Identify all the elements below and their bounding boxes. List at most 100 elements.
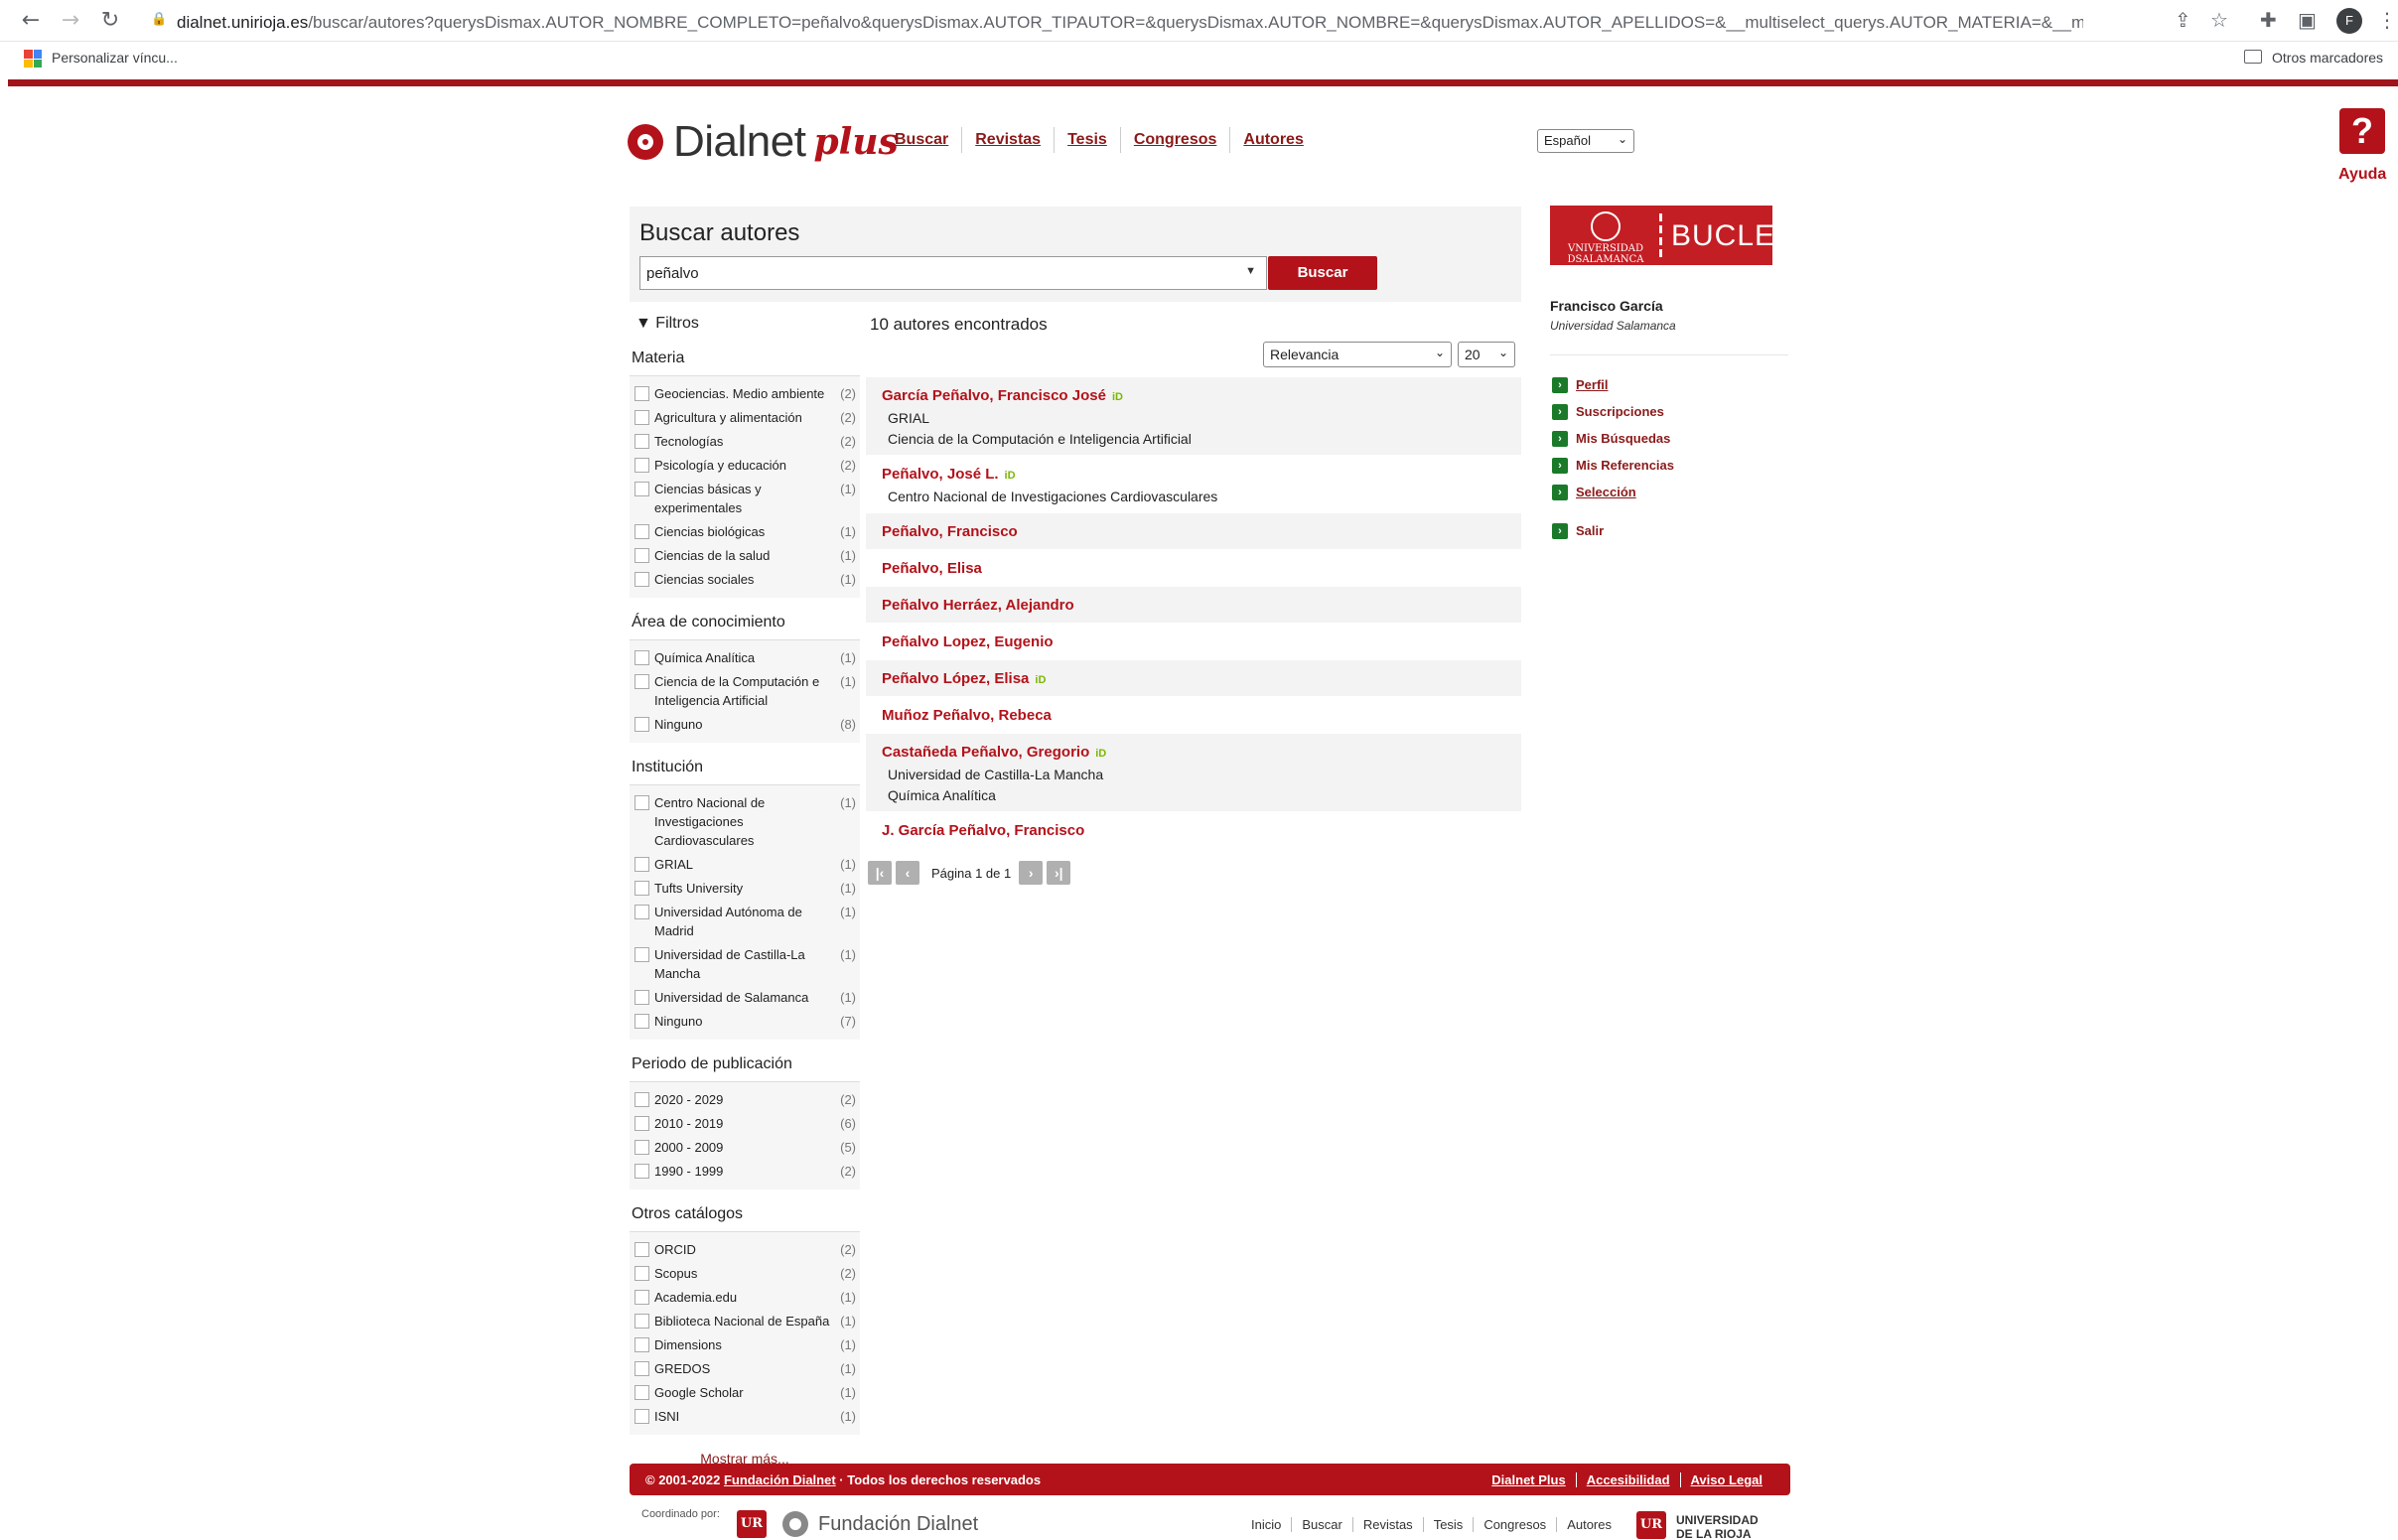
filter-option[interactable]: Tecnologías (2) (630, 430, 860, 454)
filter-option[interactable]: ISNI (1) (630, 1405, 860, 1429)
footer-nav-tesis[interactable]: Tesis (1422, 1517, 1474, 1532)
author-link[interactable]: Muñoz Peñalvo, Rebeca (882, 707, 1052, 724)
filter-option[interactable]: Ciencias sociales (1) (630, 568, 860, 592)
filter-checkbox[interactable] (635, 1140, 649, 1155)
filter-checkbox[interactable] (635, 857, 649, 872)
nav-revistas[interactable]: Revistas (961, 127, 1054, 153)
filter-checkbox[interactable] (635, 434, 649, 449)
author-link[interactable]: J. García Peñalvo, Francisco (882, 822, 1084, 839)
footer-nav-buscar[interactable]: Buscar (1291, 1517, 1351, 1532)
share-icon[interactable]: ⇪ (2175, 8, 2191, 32)
fundacion-dialnet-logo[interactable]: Fundación Dialnet (782, 1511, 978, 1537)
filter-checkbox[interactable] (635, 410, 649, 425)
filter-checkbox[interactable] (635, 1266, 649, 1281)
filter-checkbox[interactable] (635, 548, 649, 563)
unirioja-logo-icon[interactable]: UR (1636, 1511, 1666, 1539)
logout-link[interactable]: › Salir (1552, 517, 1674, 544)
reload-icon[interactable]: ↻ (95, 6, 125, 36)
filter-checkbox[interactable] (635, 650, 649, 665)
filter-option[interactable]: Universidad de Salamanca (1) (630, 986, 860, 1010)
author-link[interactable]: García Peñalvo, Francisco José (882, 387, 1106, 404)
filter-checkbox[interactable] (635, 990, 649, 1005)
filter-option[interactable]: Ciencias básicas y experimentales (1) (630, 478, 860, 520)
filter-checkbox[interactable] (635, 1290, 649, 1305)
filter-checkbox[interactable] (635, 1092, 649, 1107)
author-link[interactable]: Peñalvo Lopez, Eugenio (882, 633, 1054, 650)
other-bookmarks-link[interactable]: Otros marcadores (2272, 50, 2383, 66)
filter-option[interactable]: Biblioteca Nacional de España (1) (630, 1310, 860, 1333)
filter-option[interactable]: Ciencias biológicas (1) (630, 520, 860, 544)
filter-option[interactable]: Ninguno (8) (630, 713, 860, 737)
filter-option[interactable]: 1990 - 1999 (2) (630, 1160, 860, 1184)
address-bar[interactable]: 🔒 dialnet.unirioja.es/buscar/autores?que… (139, 4, 2175, 38)
filter-checkbox[interactable] (635, 905, 649, 919)
filter-option[interactable]: Google Scholar (1) (630, 1381, 860, 1405)
bucle-logo[interactable]: VNIVERSIDAD DSALAMANCA BUCLE (1550, 206, 1774, 265)
filter-option[interactable]: Centro Nacional de Investigaciones Cardi… (630, 791, 860, 853)
search-input[interactable]: peñalvo ▼ (639, 256, 1267, 290)
filter-option[interactable]: Psicología y educación (2) (630, 454, 860, 478)
filter-checkbox[interactable] (635, 1116, 649, 1131)
filter-option[interactable]: Academia.edu (1) (630, 1286, 860, 1310)
filter-option[interactable]: Universidad Autónoma de Madrid (1) (630, 901, 860, 943)
sort-select[interactable]: Relevancia ⌄ (1263, 342, 1452, 367)
filter-checkbox[interactable] (635, 1361, 649, 1376)
orcid-icon[interactable]: iD (1035, 674, 1046, 686)
footer-nav-autores[interactable]: Autores (1556, 1517, 1622, 1532)
filter-option[interactable]: Ciencias de la salud (1) (630, 544, 860, 568)
footer-link-aviso-legal[interactable]: Aviso Legal (1679, 1472, 1772, 1487)
help-label[interactable]: Ayuda (2338, 166, 2386, 184)
author-link[interactable]: Peñalvo, Francisco (882, 523, 1018, 540)
author-link[interactable]: Peñalvo, Elisa (882, 560, 982, 577)
footer-nav-inicio[interactable]: Inicio (1241, 1517, 1291, 1532)
footer-nav-revistas[interactable]: Revistas (1351, 1517, 1423, 1532)
filter-option[interactable]: ORCID (2) (630, 1238, 860, 1262)
filter-option[interactable]: Geociencias. Medio ambiente (2) (630, 382, 860, 406)
author-link[interactable]: Castañeda Peñalvo, Gregorio (882, 744, 1089, 761)
filter-option[interactable]: 2020 - 2029 (2) (630, 1088, 860, 1112)
last-page-icon[interactable]: ›| (1047, 861, 1071, 885)
next-page-icon[interactable]: › (1019, 861, 1044, 885)
filter-checkbox[interactable] (635, 881, 649, 896)
filter-option[interactable]: Ciencia de la Computación e Inteligencia… (630, 670, 860, 713)
filter-option[interactable]: 2000 - 2009 (5) (630, 1136, 860, 1160)
nav-buscar[interactable]: Buscar (882, 127, 961, 153)
nav-autores[interactable]: Autores (1229, 127, 1316, 153)
filter-checkbox[interactable] (635, 524, 649, 539)
filter-option[interactable]: Ninguno (7) (630, 1010, 860, 1034)
filter-option[interactable]: Universidad de Castilla-La Mancha (1) (630, 943, 860, 986)
filter-option[interactable]: Química Analítica (1) (630, 646, 860, 670)
forward-icon[interactable]: → (56, 6, 85, 36)
menu-seleccion[interactable]: › Selección (1552, 479, 1674, 505)
filter-checkbox[interactable] (635, 572, 649, 587)
author-link[interactable]: Peñalvo, José L. (882, 466, 999, 483)
filter-option[interactable]: Tufts University (1) (630, 877, 860, 901)
filter-checkbox[interactable] (635, 947, 649, 962)
author-link[interactable]: Peñalvo Herráez, Alejandro (882, 597, 1074, 614)
menu-mis-busquedas[interactable]: › Mis Búsquedas (1552, 425, 1674, 452)
menu-dots-icon[interactable]: ⋮ (2377, 8, 2397, 32)
bookmark-star-icon[interactable]: ☆ (2210, 8, 2228, 32)
menu-perfil[interactable]: › Perfil (1552, 371, 1674, 398)
side-panel-icon[interactable]: ▣ (2298, 8, 2317, 32)
language-select[interactable]: Español ⌄ (1537, 129, 1634, 153)
search-button[interactable]: Buscar (1268, 256, 1377, 290)
menu-suscripciones[interactable]: › Suscripciones (1552, 398, 1674, 425)
filter-checkbox[interactable] (635, 795, 649, 810)
filter-checkbox[interactable] (635, 717, 649, 732)
filter-option[interactable]: Scopus (2) (630, 1262, 860, 1286)
filter-checkbox[interactable] (635, 1242, 649, 1257)
filter-checkbox[interactable] (635, 1014, 649, 1029)
help-icon[interactable]: ? (2339, 108, 2385, 154)
profile-avatar[interactable]: F (2336, 8, 2362, 34)
filter-checkbox[interactable] (635, 1409, 649, 1424)
filter-checkbox[interactable] (635, 1385, 649, 1400)
filter-option[interactable]: GREDOS (1) (630, 1357, 860, 1381)
filter-checkbox[interactable] (635, 1337, 649, 1352)
fundacion-link[interactable]: Fundación Dialnet (724, 1472, 836, 1487)
dropdown-arrow-icon[interactable]: ▼ (1245, 265, 1256, 277)
filter-checkbox[interactable] (635, 458, 649, 473)
apps-grid-icon[interactable] (24, 50, 42, 68)
page-size-select[interactable]: 20 ⌄ (1458, 342, 1515, 367)
first-page-icon[interactable]: |‹ (868, 861, 892, 885)
